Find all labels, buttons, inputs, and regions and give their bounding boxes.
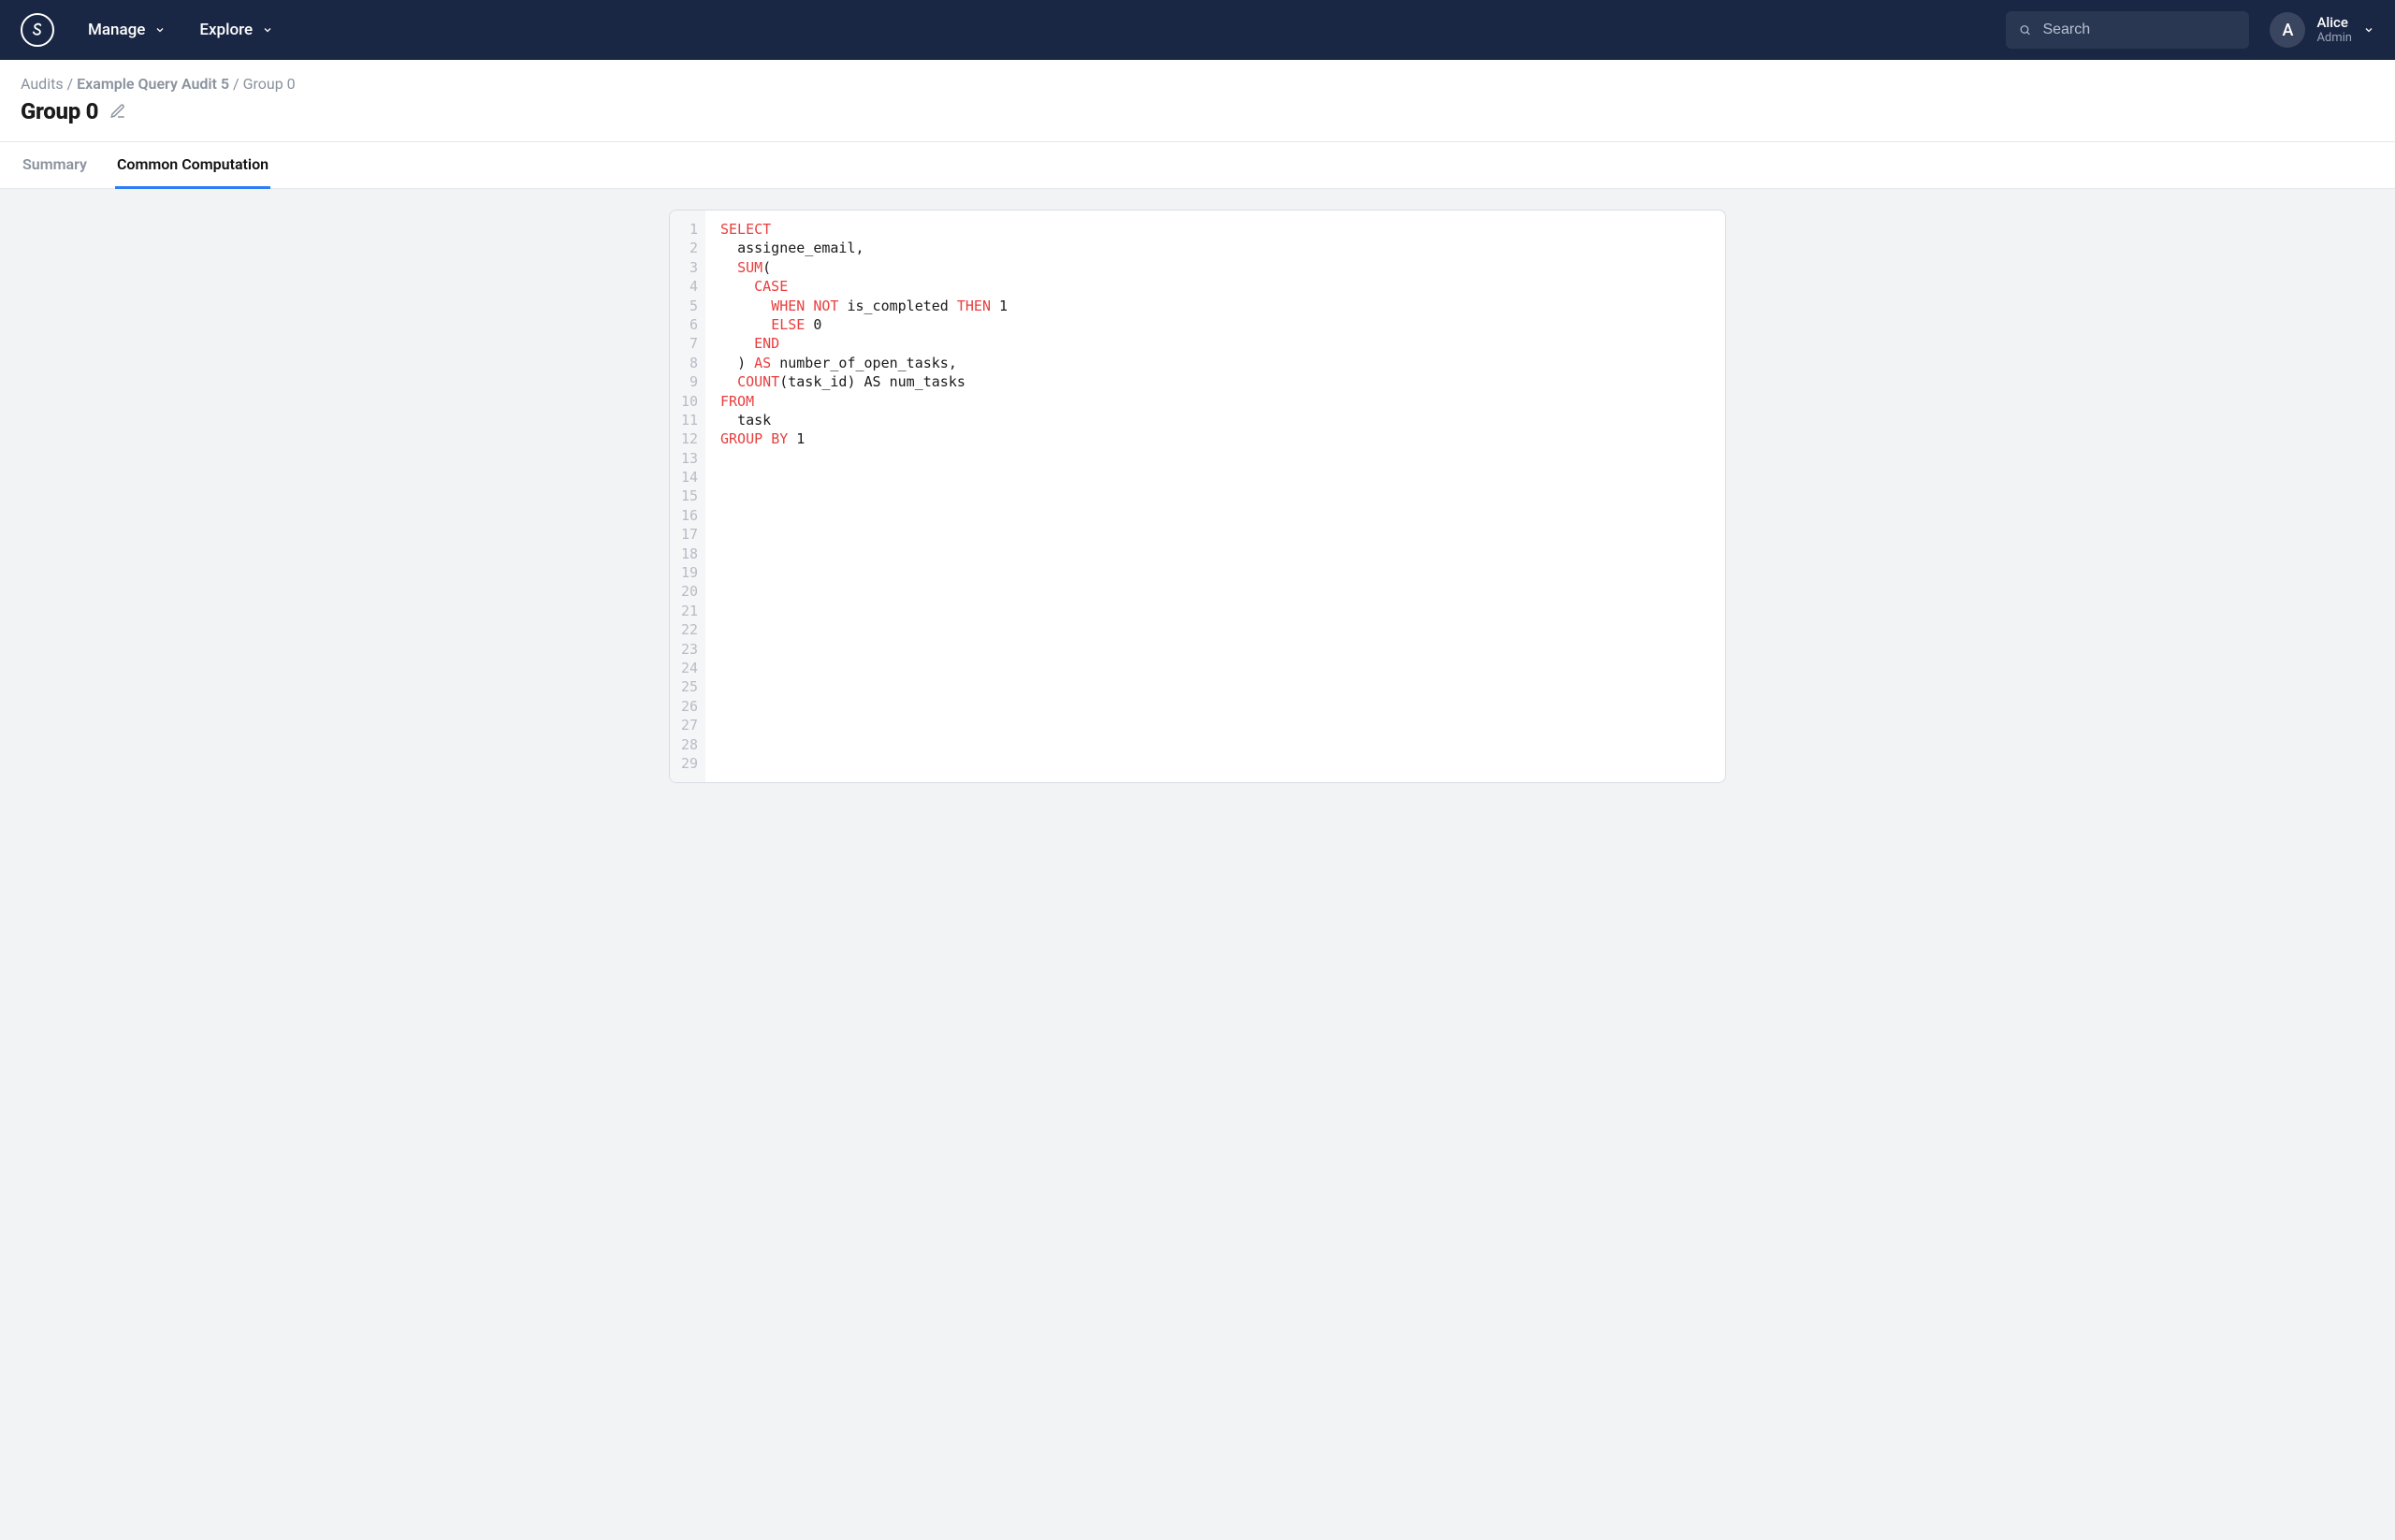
- line-number: 15: [679, 487, 698, 505]
- chevron-down-icon: [154, 24, 166, 36]
- line-number: 24: [679, 659, 698, 677]
- line-number: 2: [679, 239, 698, 257]
- line-number: 12: [679, 429, 698, 448]
- user-menu[interactable]: A Alice Admin: [2270, 12, 2374, 48]
- search-box[interactable]: [2006, 11, 2249, 49]
- line-number: 21: [679, 602, 698, 620]
- line-number: 23: [679, 640, 698, 659]
- breadcrumb-separator: /: [64, 75, 78, 93]
- code-line[interactable]: [720, 697, 1710, 716]
- breadcrumb: Audits / Example Query Audit 5 / Group 0: [21, 75, 2374, 93]
- line-number: 11: [679, 411, 698, 429]
- nav-item-label: Manage: [88, 21, 145, 39]
- line-number: 8: [679, 354, 698, 372]
- code-line[interactable]: [720, 582, 1710, 601]
- nav-item-label: Explore: [199, 21, 253, 39]
- code-line[interactable]: [720, 449, 1710, 468]
- line-number: 5: [679, 297, 698, 315]
- code-line[interactable]: [720, 487, 1710, 505]
- line-number: 9: [679, 372, 698, 391]
- code-line[interactable]: [720, 659, 1710, 677]
- code-line[interactable]: [720, 677, 1710, 696]
- avatar: A: [2270, 12, 2305, 48]
- line-number: 7: [679, 334, 698, 353]
- code-line[interactable]: [720, 735, 1710, 754]
- line-number: 16: [679, 506, 698, 525]
- breadcrumb-item[interactable]: Audits: [21, 75, 64, 93]
- user-role: Admin: [2316, 31, 2352, 46]
- tab-common-computation[interactable]: Common Computation: [115, 142, 270, 189]
- line-number: 18: [679, 545, 698, 563]
- logo-icon: [28, 21, 47, 39]
- code-editor[interactable]: 1234567891011121314151617181920212223242…: [670, 211, 1725, 782]
- titlebar: Audits / Example Query Audit 5 / Group 0…: [0, 60, 2395, 142]
- nav-item-explore[interactable]: Explore: [199, 21, 273, 39]
- code-line[interactable]: [720, 602, 1710, 620]
- line-number: 4: [679, 277, 698, 296]
- code-line[interactable]: [720, 716, 1710, 734]
- tabs: Summary Common Computation: [0, 142, 2395, 189]
- code-line[interactable]: assignee_email,: [720, 239, 1710, 257]
- page-title: Group 0: [21, 98, 98, 124]
- code-line[interactable]: [720, 468, 1710, 487]
- code-line[interactable]: [720, 563, 1710, 582]
- line-number: 22: [679, 620, 698, 639]
- search-input[interactable]: [2042, 22, 2236, 38]
- code-line[interactable]: ELSE 0: [720, 315, 1710, 334]
- code-line[interactable]: FROM: [720, 392, 1710, 411]
- line-number: 26: [679, 697, 698, 716]
- code-editor-card: 1234567891011121314151617181920212223242…: [669, 210, 1726, 783]
- code-line[interactable]: WHEN NOT is_completed THEN 1: [720, 297, 1710, 315]
- line-number: 19: [679, 563, 698, 582]
- search-icon: [2019, 22, 2031, 38]
- line-number: 17: [679, 525, 698, 544]
- code-line[interactable]: COUNT(task_id) AS num_tasks: [720, 372, 1710, 391]
- code-line[interactable]: [720, 545, 1710, 563]
- line-number: 20: [679, 582, 698, 601]
- edit-icon[interactable]: [109, 103, 126, 120]
- line-number: 3: [679, 258, 698, 277]
- nav-item-manage[interactable]: Manage: [88, 21, 166, 39]
- line-number-gutter: 1234567891011121314151617181920212223242…: [670, 211, 705, 782]
- breadcrumb-item: Group 0: [243, 75, 296, 93]
- code-line[interactable]: CASE: [720, 277, 1710, 296]
- code-line[interactable]: ) AS number_of_open_tasks,: [720, 354, 1710, 372]
- code-line[interactable]: task: [720, 411, 1710, 429]
- code-line[interactable]: SUM(: [720, 258, 1710, 277]
- chevron-down-icon: [262, 24, 273, 36]
- code-line[interactable]: [720, 525, 1710, 544]
- breadcrumb-separator: /: [229, 75, 243, 93]
- code-line[interactable]: GROUP BY 1: [720, 429, 1710, 448]
- content-area: 1234567891011121314151617181920212223242…: [0, 189, 2395, 821]
- line-number: 28: [679, 735, 698, 754]
- code-line[interactable]: [720, 754, 1710, 773]
- app-logo[interactable]: [21, 13, 54, 47]
- line-number: 13: [679, 449, 698, 468]
- code-line[interactable]: [720, 640, 1710, 659]
- code-line[interactable]: SELECT: [720, 220, 1710, 239]
- line-number: 27: [679, 716, 698, 734]
- line-number: 25: [679, 677, 698, 696]
- app-header: Manage Explore A Alice Admin: [0, 0, 2395, 60]
- line-number: 14: [679, 468, 698, 487]
- chevron-down-icon: [2363, 24, 2374, 36]
- breadcrumb-item[interactable]: Example Query Audit 5: [77, 75, 229, 93]
- line-number: 6: [679, 315, 698, 334]
- code-line[interactable]: [720, 506, 1710, 525]
- line-number: 1: [679, 220, 698, 239]
- user-name: Alice: [2316, 14, 2352, 31]
- code-line[interactable]: END: [720, 334, 1710, 353]
- code-body[interactable]: SELECT assignee_email, SUM( CASE WHEN NO…: [705, 211, 1725, 782]
- line-number: 10: [679, 392, 698, 411]
- code-line[interactable]: [720, 620, 1710, 639]
- line-number: 29: [679, 754, 698, 773]
- tab-summary[interactable]: Summary: [21, 142, 89, 189]
